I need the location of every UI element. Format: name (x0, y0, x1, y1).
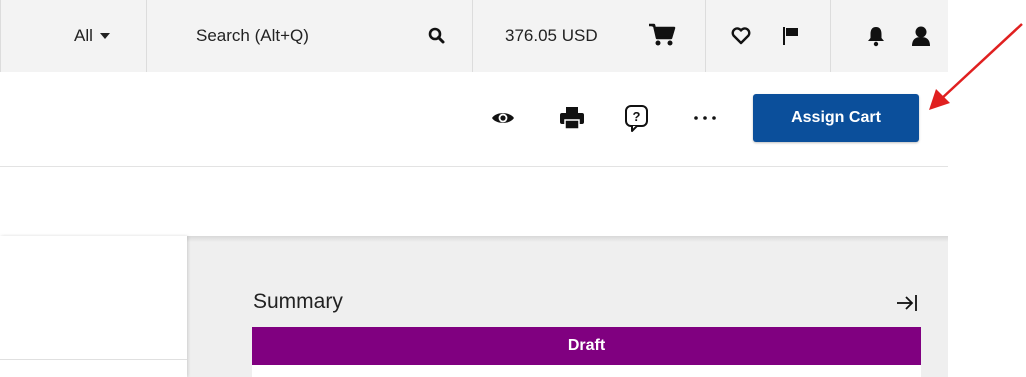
scope-dropdown[interactable]: All (48, 0, 146, 72)
preview-button[interactable] (489, 104, 517, 132)
more-icon (694, 116, 716, 120)
help-button[interactable]: ? (623, 104, 651, 132)
left-panel (0, 236, 187, 377)
global-search-box[interactable]: Search (Alt+Q) (147, 0, 472, 72)
status-label: Draft (567, 337, 606, 354)
print-icon (560, 107, 584, 130)
annotation-arrow (929, 23, 1023, 110)
search-icon[interactable] (428, 27, 446, 45)
heart-icon[interactable] (731, 27, 751, 45)
assign-cart-button[interactable]: Assign Cart (753, 94, 919, 142)
cart-summary[interactable]: 376.05 USD (473, 0, 705, 72)
print-button[interactable] (558, 104, 586, 132)
search-input[interactable]: Search (Alt+Q) (196, 26, 309, 46)
scope-dropdown-label: All (74, 26, 93, 45)
summary-title: Summary (253, 290, 343, 313)
status-badge: Draft (252, 327, 921, 365)
svg-text:?: ? (633, 109, 641, 124)
caret-down-icon (99, 33, 110, 39)
collapse-right-icon[interactable] (895, 291, 919, 315)
bell-icon[interactable] (866, 25, 886, 47)
cart-icon[interactable] (647, 22, 677, 48)
help-bubble-icon: ? (625, 105, 648, 132)
eye-icon (492, 113, 514, 123)
top-navigation-bar: All Search (Alt+Q) 376.05 USD (0, 0, 948, 73)
divider (0, 0, 1, 72)
summary-body (252, 365, 921, 377)
flag-icon[interactable] (781, 26, 801, 46)
more-actions-button[interactable] (691, 104, 719, 132)
left-panel-divider (0, 359, 187, 360)
cart-total: 376.05 USD (505, 26, 598, 45)
favorites-group (706, 0, 830, 72)
